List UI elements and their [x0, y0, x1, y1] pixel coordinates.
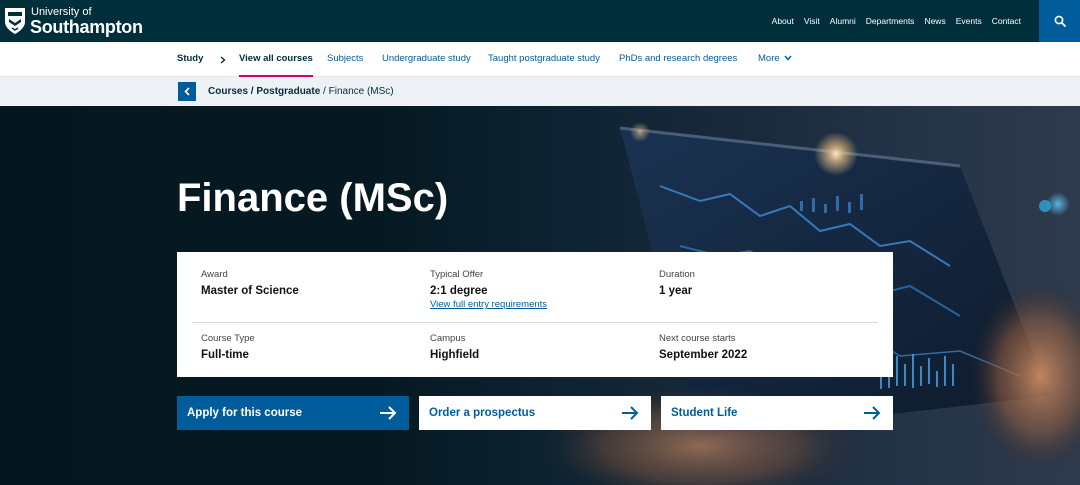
duration-value: 1 year — [659, 285, 693, 297]
utility-nav: About Visit Alumni Departments News Even… — [762, 0, 1021, 42]
search-button[interactable] — [1039, 0, 1080, 42]
order-prospectus-label: Order a prospectus — [429, 407, 536, 419]
util-link-about[interactable]: About — [772, 16, 794, 26]
crest-icon — [5, 8, 25, 34]
apply-button[interactable]: Apply for this course — [177, 396, 409, 430]
course-info-card: Award Master of Science Typical Offer 2:… — [177, 252, 893, 377]
student-life-label: Student Life — [671, 407, 738, 419]
arrow-right-icon — [380, 406, 397, 420]
util-link-visit[interactable]: Visit — [804, 16, 820, 26]
util-link-alumni[interactable]: Alumni — [830, 16, 856, 26]
typical-offer-field: Typical Offer 2:1 degree View full entry… — [430, 269, 547, 311]
section-nav: Study View all courses Subjects Undergra… — [0, 42, 1080, 77]
next-start-label: Next course starts — [659, 333, 736, 344]
chevron-down-icon — [784, 55, 792, 61]
nav-phds-research-degrees[interactable]: PhDs and research degrees — [619, 42, 737, 77]
entry-requirements-link[interactable]: View full entry requirements — [430, 299, 547, 311]
breadcrumb-bar — [0, 77, 1080, 106]
course-type-label: Course Type — [201, 333, 255, 344]
award-field: Award Master of Science — [201, 269, 299, 299]
util-link-news[interactable]: News — [924, 16, 945, 26]
order-prospectus-button[interactable]: Order a prospectus — [419, 396, 651, 430]
campus-label: Campus — [430, 333, 466, 344]
breadcrumb-postgraduate[interactable]: Postgraduate — [256, 86, 320, 97]
next-start-field: Next course starts September 2022 — [659, 333, 747, 363]
search-icon — [1054, 15, 1066, 27]
logo-line-1: University of — [31, 5, 92, 18]
campus-field: Campus Highfield — [430, 333, 479, 363]
next-start-value: September 2022 — [659, 349, 748, 361]
chevron-left-icon — [184, 87, 190, 96]
university-logo[interactable]: University of Southampton — [4, 5, 143, 37]
breadcrumb-separator: / — [320, 86, 329, 97]
nav-more-label: More — [758, 53, 780, 64]
card-divider — [192, 322, 878, 323]
campus-value: Highfield — [430, 349, 480, 361]
util-link-events[interactable]: Events — [956, 16, 982, 26]
top-bar: University of Southampton About Visit Al… — [0, 0, 1080, 42]
nav-taught-postgraduate-study[interactable]: Taught postgraduate study — [488, 42, 600, 77]
course-type-field: Course Type Full-time — [201, 333, 255, 363]
nav-study[interactable]: Study — [177, 42, 203, 77]
award-value: Master of Science — [201, 285, 299, 297]
breadcrumb-back-button[interactable] — [178, 82, 196, 101]
arrow-right-icon — [622, 406, 639, 420]
nav-subjects[interactable]: Subjects — [327, 42, 363, 77]
util-link-contact[interactable]: Contact — [992, 16, 1021, 26]
award-label: Award — [201, 269, 228, 280]
course-type-value: Full-time — [201, 349, 249, 361]
breadcrumb: Courses / Postgraduate / Finance (MSc) — [208, 82, 394, 101]
util-link-departments[interactable]: Departments — [866, 16, 915, 26]
logo-line-2: Southampton — [30, 16, 143, 37]
page-title: Finance (MSc) — [177, 176, 449, 220]
breadcrumb-current: Finance (MSc) — [328, 86, 394, 97]
duration-field: Duration 1 year — [659, 269, 695, 299]
breadcrumb-courses[interactable]: Courses — [208, 86, 248, 97]
chevron-right-icon — [220, 56, 226, 64]
student-life-button[interactable]: Student Life — [661, 396, 893, 430]
typical-offer-value: 2:1 degree — [430, 285, 488, 297]
nav-more[interactable]: More — [758, 42, 792, 77]
nav-view-all-courses[interactable]: View all courses — [239, 42, 313, 77]
duration-label: Duration — [659, 269, 695, 280]
arrow-right-icon — [864, 406, 881, 420]
nav-undergraduate-study[interactable]: Undergraduate study — [382, 42, 471, 77]
typical-offer-label: Typical Offer — [430, 269, 484, 280]
apply-button-label: Apply for this course — [187, 407, 303, 419]
